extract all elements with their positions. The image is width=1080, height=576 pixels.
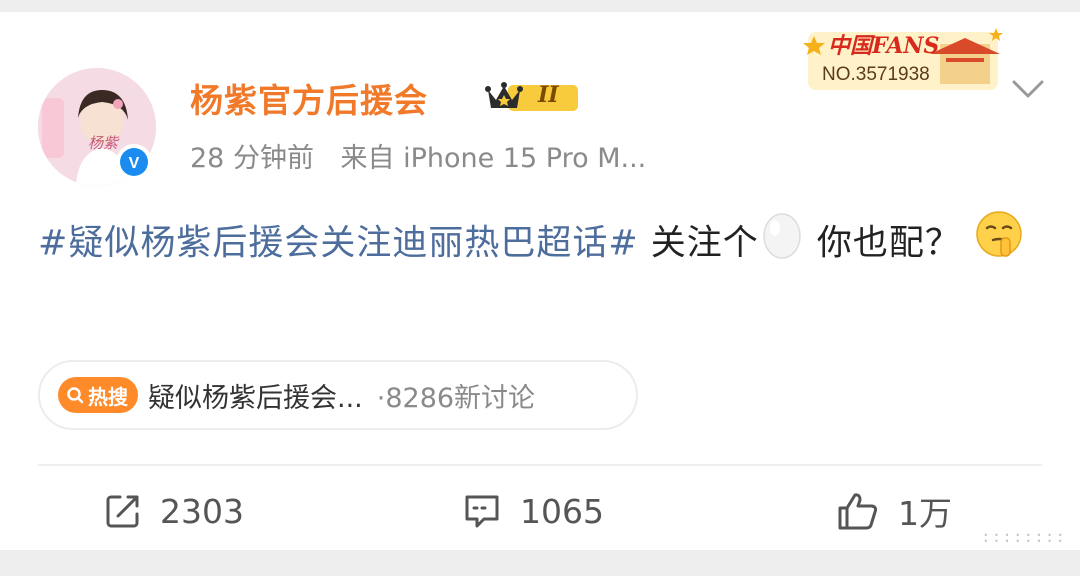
egg-emoji-icon <box>759 208 805 281</box>
avatar-caption: 杨紫 <box>88 134 119 152</box>
post-text-part-1: 关注个 <box>638 223 759 264</box>
post-time: 28 分钟前 <box>190 143 314 174</box>
like-button[interactable]: 1万 <box>836 486 952 536</box>
fans-badge-title: 中国FANS <box>828 33 940 59</box>
post-meta: 28 分钟前 来自 iPhone 15 Pro M... <box>190 136 646 175</box>
comment-button[interactable]: 1065 <box>462 486 604 536</box>
hot-search-badge-label: 热搜 <box>88 384 128 409</box>
verified-badge-icon: V <box>116 144 152 180</box>
svg-text:V: V <box>129 155 140 172</box>
author-name[interactable]: 杨紫官方后援会 <box>190 74 428 122</box>
watermark-dots: :::::::: <box>980 527 1066 546</box>
topic-link[interactable]: #疑似杨紫后援会关注迪丽热巴超话# <box>38 224 639 264</box>
shush-emoji-icon <box>973 208 1025 281</box>
like-count: 1万 <box>898 494 952 533</box>
repost-count: 2303 <box>160 491 244 531</box>
vip-level-badge[interactable]: II <box>482 78 582 116</box>
comment-icon <box>465 495 499 528</box>
comment-count: 1065 <box>520 491 604 531</box>
hot-search-title: 疑似杨紫后援会... <box>148 382 363 414</box>
china-fans-badge[interactable]: 中国FANS NO.3571938 <box>800 24 1005 94</box>
post-content: #疑似杨紫后援会关注迪丽热巴超话# 关注个 你也配？ <box>38 208 1048 281</box>
hot-search-count: ·8286新讨论 <box>376 382 536 414</box>
vip-level-text: II <box>538 82 559 108</box>
repost-button[interactable]: 2303 <box>104 486 244 536</box>
post-source: 来自 iPhone 15 Pro M... <box>340 143 647 174</box>
chevron-down-icon[interactable] <box>1008 74 1048 104</box>
divider <box>38 464 1042 466</box>
search-icon <box>67 387 84 404</box>
weibo-post-card: 杨紫 V 杨紫官方后援会 II 28 分钟前 来自 iPhone 15 Pro … <box>0 12 1080 550</box>
hot-search-badge: 热搜 <box>58 377 138 413</box>
crown-icon <box>485 82 578 111</box>
fans-badge-number: NO.3571938 <box>822 64 930 85</box>
repost-icon <box>106 495 139 528</box>
post-text-part-2: 你也配？ <box>804 223 961 264</box>
hot-search-card[interactable]: 热搜 疑似杨紫后援会... ·8286新讨论 <box>38 360 638 430</box>
thumbs-up-icon <box>838 493 878 530</box>
